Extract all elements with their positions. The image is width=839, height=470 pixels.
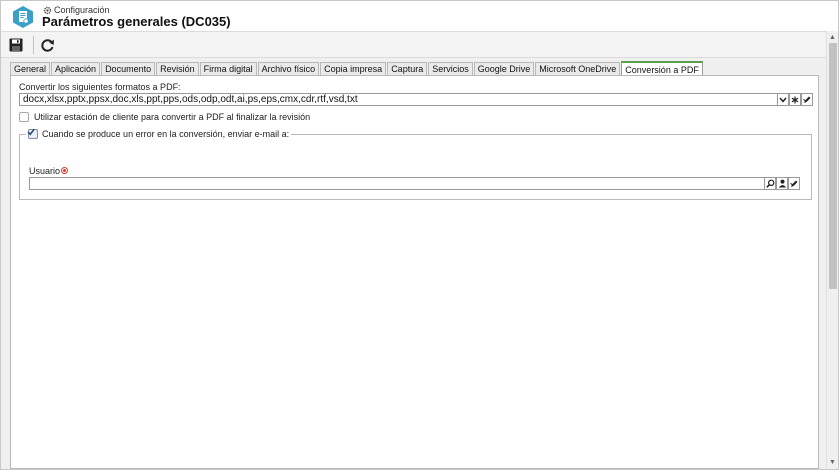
save-button[interactable]	[6, 35, 26, 55]
tab-general[interactable]: General	[10, 62, 51, 76]
formats-dropdown-button[interactable]	[777, 93, 789, 106]
user-field[interactable]	[29, 177, 765, 190]
tab-bar: General Aplicación Documento Revisión Fi…	[10, 61, 704, 76]
asterisk-icon	[791, 96, 799, 103]
client-station-label: Utilizar estación de cliente para conver…	[34, 112, 311, 122]
toolbar-separator	[33, 36, 34, 54]
error-email-legend: Cuando se produce un error en la convers…	[26, 127, 292, 141]
save-icon	[9, 38, 23, 52]
refresh-button[interactable]	[37, 35, 57, 55]
formats-clear-button[interactable]	[789, 93, 801, 106]
toolbar	[1, 31, 838, 58]
error-email-label: Cuando se produce un error en la convers…	[42, 129, 290, 139]
search-icon	[765, 179, 774, 188]
page-header: Configuración Parámetros generales (DC03…	[1, 1, 838, 31]
tab-revision[interactable]: Revisión	[156, 62, 199, 76]
scroll-thumb[interactable]	[829, 43, 837, 289]
tab-copia-impresa[interactable]: Copia impresa	[320, 62, 387, 76]
tab-google-drive[interactable]: Google Drive	[473, 62, 535, 76]
user-search-button[interactable]	[764, 177, 776, 190]
page-title: Parámetros generales (DC035)	[42, 14, 231, 29]
scroll-up-arrow-icon[interactable]: ▲	[827, 32, 838, 43]
chevron-down-icon	[779, 97, 787, 103]
content-area: General Aplicación Documento Revisión Fi…	[1, 58, 826, 469]
formats-label: Convertir los siguientes formatos a PDF:	[19, 82, 181, 92]
tab-documento[interactable]: Documento	[101, 62, 156, 76]
formats-select[interactable]: docx,xlsx,pptx,ppsx,doc,xls,ppt,pps,ods,…	[19, 93, 778, 106]
edit-pen-icon	[802, 96, 810, 103]
user-label: Usuario	[29, 166, 61, 176]
error-email-checkbox[interactable]	[27, 128, 38, 139]
user-select-button[interactable]	[776, 177, 788, 190]
tab-panel-conversion-pdf: Convertir los siguientes formatos a PDF:…	[10, 75, 819, 469]
user-label-wrap: Usuario	[29, 166, 69, 176]
tab-archivo-fisico[interactable]: Archivo físico	[257, 62, 320, 76]
tab-conversion-pdf[interactable]: Conversión a PDF	[621, 61, 703, 76]
checkmark-icon	[27, 128, 35, 136]
formats-edit-button[interactable]	[801, 93, 813, 106]
required-indicator-icon	[61, 167, 69, 174]
user-edit-button[interactable]	[788, 177, 800, 190]
vertical-scrollbar[interactable]: ▲ ▼	[826, 31, 838, 469]
tab-firma-digital[interactable]: Firma digital	[199, 62, 257, 76]
error-email-fieldset: Cuando se produce un error en la convers…	[19, 127, 812, 200]
client-station-checkbox[interactable]	[19, 112, 29, 122]
refresh-icon	[40, 38, 54, 52]
tab-servicios[interactable]: Servicios	[428, 62, 473, 76]
tab-captura[interactable]: Captura	[387, 62, 428, 76]
tab-aplicacion[interactable]: Aplicación	[51, 62, 101, 76]
scroll-down-arrow-icon[interactable]: ▼	[827, 457, 838, 468]
tab-microsoft-onedrive[interactable]: Microsoft OneDrive	[535, 62, 621, 76]
edit-pen-icon	[789, 180, 797, 187]
document-settings-icon	[13, 6, 33, 28]
user-icon	[778, 179, 786, 188]
